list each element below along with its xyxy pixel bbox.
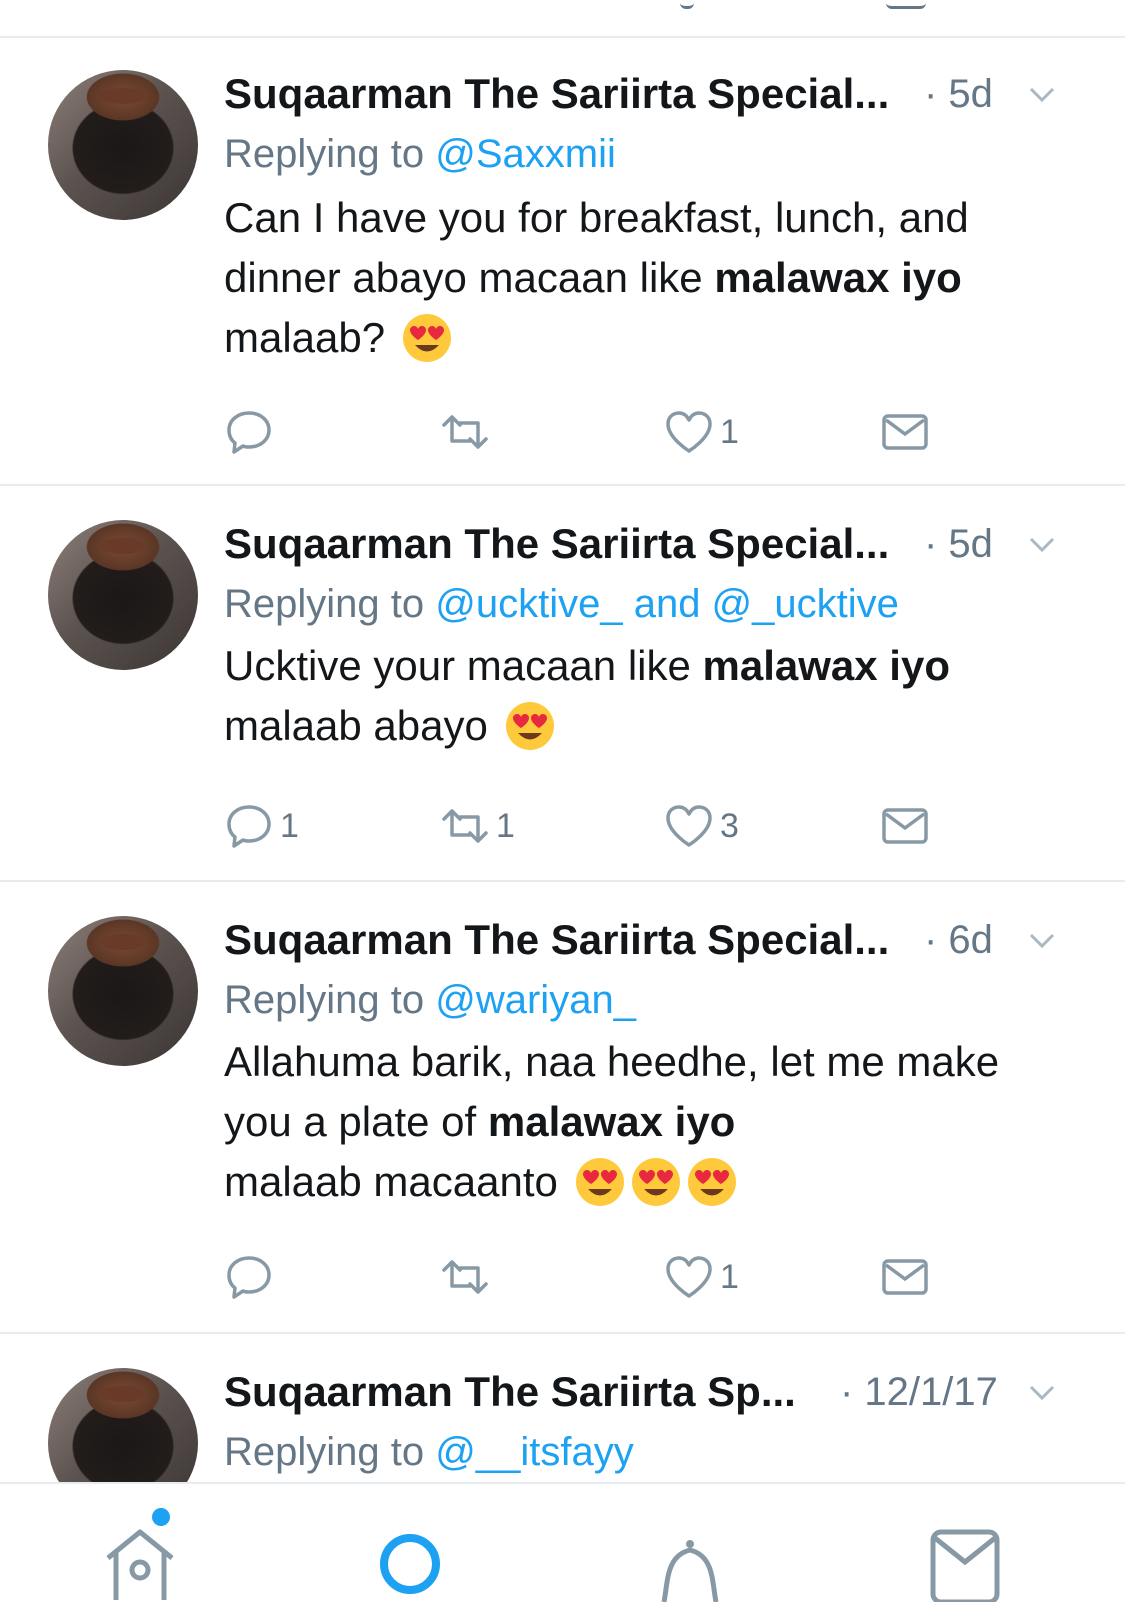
previous-tweet-actions-stub <box>0 0 1125 38</box>
chevron-down-icon[interactable] <box>1026 1376 1058 1408</box>
home-icon[interactable] <box>100 1522 180 1602</box>
tweet-text-bold: malawax iyo <box>487 1098 736 1145</box>
display-name[interactable]: Suqaarman The Sariirta Special... <box>224 66 889 122</box>
tweet-header: Suqaarman The Sariirta Special... · 5d <box>224 516 1084 572</box>
tweet-text-bold: malawax iyo <box>714 254 962 301</box>
tweet-actions: 1 <box>224 402 1074 462</box>
mention-link[interactable]: @__itsfayy <box>435 1430 633 1474</box>
timestamp[interactable]: · 12/1/17 <box>840 1364 998 1420</box>
retweet-button[interactable] <box>440 402 496 462</box>
timestamp[interactable]: · 5d <box>924 66 993 122</box>
retweet-icon <box>442 1260 488 1294</box>
avatar[interactable] <box>48 520 198 670</box>
retweet-count: 1 <box>496 806 515 845</box>
like-count: 3 <box>720 806 739 845</box>
bottom-tab-bar <box>0 1482 1125 1602</box>
search-icon[interactable] <box>370 1522 450 1602</box>
reply-icon <box>227 411 271 454</box>
retweet-button[interactable] <box>440 1247 496 1307</box>
replying-to: Replying to @ucktive_ and @_ucktive <box>224 576 899 632</box>
retweet-icon <box>442 415 488 449</box>
replying-to-label: Replying to <box>224 978 425 1022</box>
tweet[interactable]: Suqaarman The Sariirta Special... · 5d R… <box>0 36 1125 486</box>
display-name[interactable]: Suqaarman The Sariirta Special... <box>224 516 889 572</box>
tweet-text-part: Ucktive your macaan like <box>224 642 703 689</box>
retweet-icon <box>442 809 488 843</box>
notifications-icon[interactable] <box>650 1522 730 1602</box>
mention-link[interactable]: @wariyan_ <box>435 978 636 1022</box>
reply-button[interactable] <box>224 402 280 462</box>
dm-button[interactable] <box>880 1247 930 1307</box>
like-button[interactable]: 1 <box>664 1247 739 1307</box>
display-name[interactable]: Suqaarman The Sariirta Sp... <box>224 1364 796 1420</box>
reply-button[interactable]: 1 <box>224 796 299 856</box>
tweet[interactable]: Suqaarman The Sariirta Special... · 5d R… <box>0 486 1125 882</box>
tweet-text-part: malaab abayo <box>224 702 488 749</box>
tweet-actions: 1 <box>224 1247 1074 1307</box>
retweet-button[interactable]: 1 <box>440 796 515 856</box>
dm-button[interactable] <box>880 796 930 856</box>
reply-icon <box>227 1256 271 1299</box>
avatar[interactable] <box>48 70 198 220</box>
heart-icon <box>666 805 712 847</box>
heart-eyes-emoji-icon <box>402 314 451 362</box>
tweet-text: Allahuma barik, naa heedhe, let me make … <box>224 1032 1074 1212</box>
envelope-icon <box>882 414 928 450</box>
tweet[interactable]: Suqaarman The Sariirta Special... · 6d R… <box>0 882 1125 1334</box>
replying-to: Replying to @__itsfayy <box>224 1424 634 1480</box>
mention-link[interactable]: @Saxxmii <box>435 132 616 176</box>
tweet-header: Suqaarman The Sariirta Special... · 5d <box>224 66 1084 122</box>
envelope-icon <box>882 808 928 844</box>
like-button[interactable]: 3 <box>664 796 739 856</box>
tweet-text-part: malaab? <box>224 314 386 361</box>
heart-eyes-emoji-icon <box>505 702 554 750</box>
like-button[interactable]: 1 <box>664 402 739 462</box>
timestamp[interactable]: · 5d <box>924 516 993 572</box>
replying-to-label: Replying to <box>224 132 425 176</box>
reply-button[interactable] <box>224 1247 280 1307</box>
heart-icon <box>666 1256 712 1298</box>
tweet-actions: 1 1 3 <box>224 796 1074 856</box>
heart-icon <box>666 411 712 453</box>
heart-eyes-emoji-icon <box>575 1158 624 1206</box>
display-name[interactable]: Suqaarman The Sariirta Special... <box>224 912 889 968</box>
like-count: 1 <box>720 1257 739 1296</box>
mention-link[interactable]: @ucktive_ and @_ucktive <box>435 582 899 626</box>
tweet[interactable]: Suqaarman The Sariirta Sp... · 12/1/17 R… <box>0 1334 1125 1518</box>
dm-button[interactable] <box>880 402 930 462</box>
heart-eyes-emoji-icon <box>631 1158 680 1206</box>
tweet-text-part: malaab macaanto <box>224 1158 558 1205</box>
reply-icon <box>227 805 271 848</box>
timeline-feed: Suqaarman The Sariirta Special... · 5d R… <box>0 36 1125 1518</box>
replying-to-label: Replying to <box>224 1430 425 1474</box>
timestamp[interactable]: · 6d <box>924 912 993 968</box>
like-count: 1 <box>720 412 739 451</box>
replying-to: Replying to @wariyan_ <box>224 972 636 1028</box>
tweet-text: Ucktive your macaan like malawax iyo mal… <box>224 636 1074 756</box>
heart-eyes-emoji-icon <box>687 1158 736 1206</box>
messages-icon[interactable] <box>925 1522 1005 1602</box>
replying-to-label: Replying to <box>224 582 425 626</box>
tweet-text-bold: malawax iyo <box>702 642 950 689</box>
tweet-header: Suqaarman The Sariirta Special... · 6d <box>224 912 1084 968</box>
envelope-icon <box>882 1259 928 1295</box>
replying-to: Replying to @Saxxmii <box>224 126 616 182</box>
tweet-header: Suqaarman The Sariirta Sp... · 12/1/17 <box>224 1364 1084 1420</box>
chevron-down-icon[interactable] <box>1026 528 1058 560</box>
tweet-text: Can I have you for breakfast, lunch, and… <box>224 188 1074 368</box>
reply-count: 1 <box>280 806 299 845</box>
new-content-dot <box>152 1508 170 1526</box>
chevron-down-icon[interactable] <box>1026 924 1058 956</box>
chevron-down-icon[interactable] <box>1026 78 1058 110</box>
avatar[interactable] <box>48 916 198 1066</box>
